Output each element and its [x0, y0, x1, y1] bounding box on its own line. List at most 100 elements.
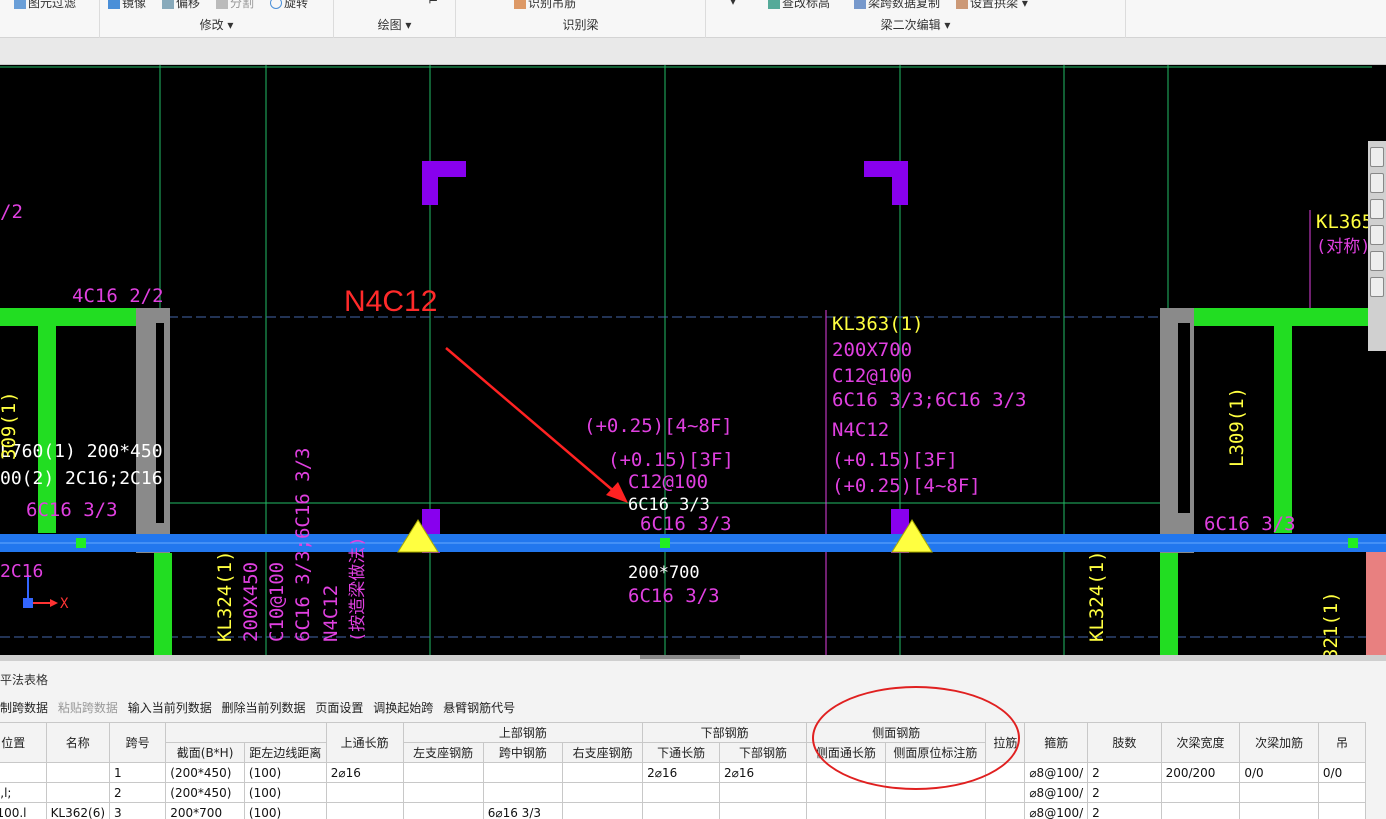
col-header-position[interactable]: 位置 [0, 722, 47, 763]
cell-name[interactable] [45, 762, 111, 783]
cell-mid-rebar[interactable]: 6⌀16 3/3 [482, 802, 563, 819]
col-header-secondary-width[interactable]: 次梁宽度 [1160, 722, 1241, 763]
cantilever-rebar-code-button[interactable]: 悬臂钢筋代号 [443, 701, 515, 715]
dropdown-arrow-icon[interactable]: ▾ [730, 0, 736, 8]
col-header-name[interactable]: 名称 [45, 722, 111, 763]
ribbon-group-label-modify[interactable]: 修改 ▾ [100, 16, 333, 33]
cell-name[interactable]: KL362(6) [45, 802, 111, 819]
cell-legs[interactable]: 2 [1087, 802, 1162, 819]
col-header-right-support[interactable]: 右支座钢筋 [561, 742, 644, 763]
ribbon-group-label-draw[interactable]: 绘图 ▾ [334, 16, 455, 33]
col-header-bottom-through[interactable]: 下通长筋 [642, 742, 720, 763]
view-tool-icon-2[interactable] [1370, 173, 1384, 193]
col-header-side-original[interactable]: 侧面原位标注筋 [884, 742, 987, 763]
cell-dist[interactable]: (100) [243, 782, 327, 803]
cell-left-support[interactable] [402, 802, 484, 819]
cell-top-through[interactable] [325, 802, 404, 819]
view-tool-icon-1[interactable] [1370, 147, 1384, 167]
delete-column-data-button[interactable]: 删除当前列数据 [222, 701, 306, 715]
cell-top-through[interactable]: 2⌀16 [325, 762, 404, 783]
cell-side-orig[interactable] [884, 782, 987, 803]
col-header-distance[interactable]: 距左边线距离 [243, 742, 327, 763]
table-row[interactable]: 1 (200*450) (100) 2⌀16 2⌀16 2⌀16 ⌀8@100/2 200/2… [0, 762, 1367, 783]
cell-bot-rebar[interactable] [718, 802, 808, 819]
cell-section[interactable]: (200*450) [165, 762, 245, 783]
cell-bot-through[interactable] [642, 802, 720, 819]
cell-legs[interactable]: 2 [1087, 782, 1162, 803]
col-header-side-through[interactable]: 侧面通长筋 [806, 742, 886, 763]
cell-mid-rebar[interactable] [482, 782, 563, 803]
col-header-secondary-add[interactable]: 次梁加筋 [1239, 722, 1319, 763]
view-tool-icon-3[interactable] [1370, 199, 1384, 219]
col-header-bottom-rebar[interactable]: 下部钢筋 [718, 742, 808, 763]
col-header-top-through[interactable]: 上通长筋 [325, 722, 404, 763]
table-row[interactable]: 26,l;2(200*450)(100)⌀8@100/2 [0, 782, 1367, 803]
view-tool-icon-4[interactable] [1370, 225, 1384, 245]
cell-stirrup[interactable]: ⌀8@100/ [1024, 762, 1089, 783]
col-header-span[interactable]: 跨号 [109, 722, 167, 763]
identify-hanger-button[interactable]: 识别吊筋 [514, 0, 576, 11]
page-setup-button[interactable]: 页面设置 [315, 701, 363, 715]
col-header-left-support[interactable]: 左支座钢筋 [402, 742, 484, 763]
col-header-stirrup[interactable]: 箍筋 [1024, 722, 1089, 763]
set-arch-beam-button[interactable]: 设置拱梁 ▾ [956, 0, 1028, 11]
cell-dist[interactable]: (100) [243, 762, 327, 783]
mirror-button[interactable]: 镜像 [108, 0, 146, 11]
input-column-data-button[interactable]: 输入当前列数据 [128, 701, 212, 715]
view-tool-icon-6[interactable] [1370, 277, 1384, 297]
rotate-button[interactable]: 旋转 [270, 0, 308, 11]
cell-sec-width[interactable]: 200/200 [1160, 762, 1241, 783]
table-row[interactable]: 5,100.lKL362(6)3200*700(100) 6⌀16 3/3 ⌀8@1… [0, 802, 1367, 819]
cell-span[interactable]: 1 [109, 762, 167, 783]
cell-span[interactable]: 3 [109, 802, 167, 819]
offset-button[interactable]: 偏移 [162, 0, 200, 11]
col-header-legs[interactable]: 肢数 [1087, 722, 1162, 763]
cell-top-through[interactable] [325, 782, 404, 803]
cell-last[interactable] [1317, 802, 1367, 819]
cell-sec-add[interactable] [1239, 802, 1319, 819]
col-header-last[interactable]: 吊 [1317, 722, 1367, 763]
cell-section[interactable]: (200*450) [165, 782, 245, 803]
splitter-grip[interactable] [640, 655, 740, 659]
copy-span-data-button[interactable]: 制跨数据 [0, 701, 48, 715]
swap-start-span-button[interactable]: 调换起始跨 [373, 701, 433, 715]
cell-side-through[interactable] [806, 762, 886, 783]
cell-side-orig[interactable] [884, 762, 987, 783]
cell-position[interactable]: 5,100.l [0, 802, 47, 819]
cell-left-support[interactable] [402, 782, 484, 803]
cell-position[interactable] [0, 762, 47, 783]
cell-right-support[interactable] [561, 762, 644, 783]
cell-bot-rebar[interactable] [718, 782, 808, 803]
cell-mid-rebar[interactable] [482, 762, 563, 783]
cell-tie[interactable] [985, 782, 1026, 803]
paste-span-data-button[interactable]: 粘贴跨数据 [58, 701, 118, 715]
cell-section[interactable]: 200*700 [165, 802, 245, 819]
cell-sec-add[interactable] [1239, 782, 1319, 803]
cell-side-through[interactable] [806, 782, 886, 803]
col-header-mid-rebar[interactable]: 跨中钢筋 [482, 742, 563, 763]
cell-left-support[interactable] [402, 762, 484, 783]
cell-stirrup[interactable]: ⌀8@100/ [1024, 802, 1089, 819]
draw-line-icon[interactable]: ⌐ [428, 0, 438, 8]
cell-span[interactable]: 2 [109, 782, 167, 803]
cell-dist[interactable]: (100) [243, 802, 327, 819]
cell-right-support[interactable] [561, 802, 644, 819]
cell-tie[interactable] [985, 762, 1026, 783]
cell-bot-through[interactable] [642, 782, 720, 803]
cell-legs[interactable]: 2 [1087, 762, 1162, 783]
cell-position[interactable]: 26,l; [0, 782, 47, 803]
cell-last[interactable] [1317, 782, 1367, 803]
cell-sec-width[interactable] [1160, 802, 1241, 819]
cell-side-through[interactable] [806, 802, 886, 819]
view-tool-icon-5[interactable] [1370, 251, 1384, 271]
copy-span-data-button[interactable]: 梁跨数据复制 [854, 0, 940, 11]
check-elevation-button[interactable]: 查改标高 [768, 0, 830, 11]
cell-right-support[interactable] [561, 782, 644, 803]
col-header-section[interactable]: 截面(B*H) [165, 742, 245, 763]
cell-side-orig[interactable] [884, 802, 987, 819]
cell-name[interactable] [45, 782, 111, 803]
cell-sec-add[interactable]: 0/0 [1239, 762, 1319, 783]
cell-bot-rebar[interactable]: 2⌀16 [718, 762, 808, 783]
cell-tie[interactable] [985, 802, 1026, 819]
cell-stirrup[interactable]: ⌀8@100/ [1024, 782, 1089, 803]
